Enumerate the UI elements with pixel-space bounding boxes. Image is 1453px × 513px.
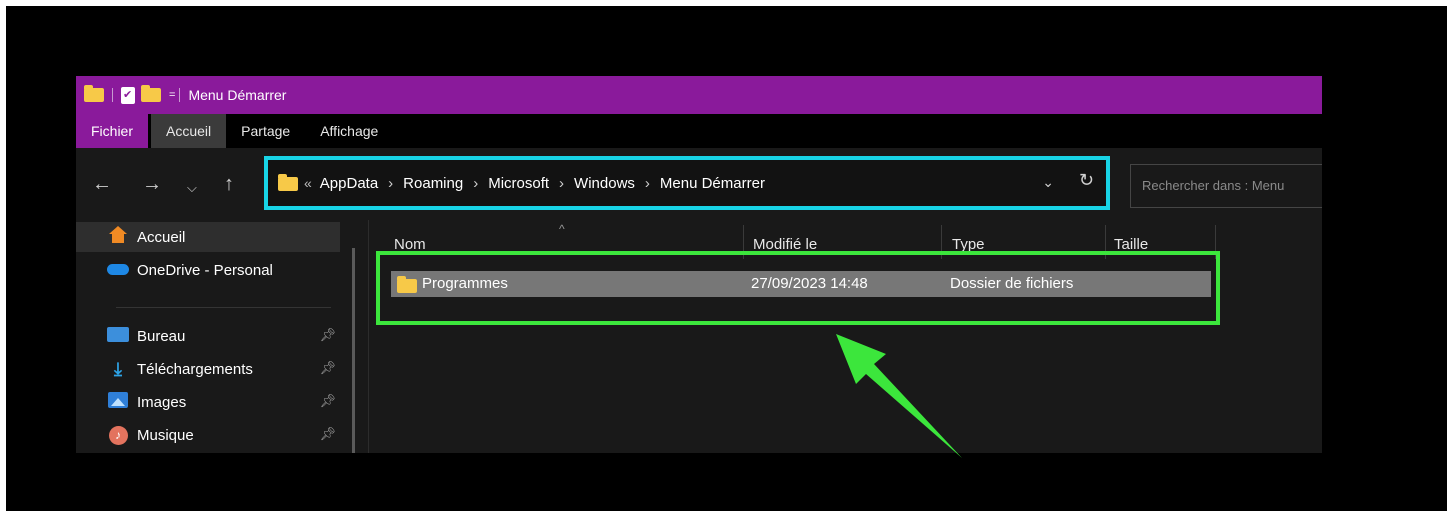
sidebar-item-label: Musique [137,426,194,444]
refresh-icon[interactable]: ↻ [1079,170,1094,191]
folder-icon [278,174,298,191]
search-input[interactable]: Rechercher dans : Menu [1130,164,1322,208]
image-icon [107,392,129,412]
sidebar-item-label: Téléchargements [137,360,253,378]
arrow-up-icon[interactable]: ↑ [224,172,234,196]
sidebar-item-label: Accueil [137,228,186,246]
title-separator [179,88,181,102]
tab-partage[interactable]: Partage [226,114,305,148]
new-folder-icon[interactable] [141,85,161,102]
sidebar-scrollbar[interactable] [352,248,355,453]
music-icon: ♪ [107,425,129,445]
sidebar-item-label: Bureau [137,327,186,345]
breadcrumb-microsoft[interactable]: Microsoft [488,175,549,192]
navigation-pane: Accueil OneDrive - Personal Bureau 📌︎ ⤓ … [76,220,355,453]
chevron-right-icon[interactable]: › [473,175,478,192]
ribbon-tabs: Fichier Accueil Partage Affichage [76,114,1322,148]
arrow-left-icon[interactable]: ← [92,172,112,196]
quick-access-dropdown[interactable]: = [169,89,175,101]
breadcrumb: « AppData › Roaming › Microsoft › Window… [278,160,765,206]
arrow-right-icon[interactable]: → [142,172,162,196]
navigation-bar: ← → ⌵ ↑ « AppData › Roaming › Microsoft … [76,148,1322,220]
programmes-highlight-box [376,251,1220,325]
breadcrumb-appdata[interactable]: AppData [320,175,378,192]
chevron-down-icon[interactable]: ⌵ [187,176,197,200]
sidebar-item-bureau[interactable]: Bureau 📌︎ [76,321,340,351]
sidebar-item-images[interactable]: Images 📌︎ [76,387,340,417]
breadcrumb-menu-demarrer[interactable]: Menu Démarrer [660,175,765,192]
pin-icon[interactable]: 📌︎ [319,426,336,442]
pin-icon[interactable]: 📌︎ [319,360,336,376]
pin-icon[interactable]: 📌︎ [319,393,336,409]
tab-fichier[interactable]: Fichier [76,114,149,148]
window-title: Menu Démarrer [188,87,287,103]
sidebar-item-telechargements[interactable]: ⤓ Téléchargements 📌︎ [76,354,340,384]
cloud-icon [107,262,129,279]
breadcrumb-roaming[interactable]: Roaming [403,175,463,192]
properties-icon[interactable] [121,86,135,104]
desktop-icon [107,326,129,346]
sidebar-item-label: Images [137,393,187,411]
tab-accueil[interactable]: Accueil [151,114,227,148]
title-bar: = Menu Démarrer [76,76,1322,114]
sidebar-item-onedrive[interactable]: OneDrive - Personal [76,255,340,285]
sidebar-divider [116,307,331,308]
home-icon [107,226,129,248]
sidebar-item-accueil[interactable]: Accueil [76,222,340,252]
sidebar-item-musique[interactable]: ♪ Musique 📌︎ [76,420,340,450]
sidebar-item-label: OneDrive - Personal [137,261,273,279]
download-icon: ⤓ [114,358,122,379]
pin-icon[interactable]: 📌︎ [319,327,336,343]
address-history-dropdown-icon[interactable]: ⌄ [1042,174,1054,191]
title-separator [112,88,113,102]
tab-affichage[interactable]: Affichage [305,114,393,148]
chevron-right-icon[interactable]: › [388,175,393,192]
annotation-arrow [836,334,962,458]
address-bar[interactable]: « AppData › Roaming › Microsoft › Window… [264,156,1110,210]
breadcrumb-overflow[interactable]: « [304,175,312,191]
folder-icon [84,85,104,102]
breadcrumb-windows[interactable]: Windows [574,175,635,192]
chevron-right-icon[interactable]: › [645,175,650,192]
chevron-right-icon[interactable]: › [559,175,564,192]
